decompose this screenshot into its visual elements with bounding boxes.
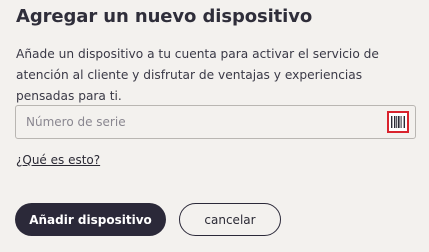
dialog-title: Agregar un nuevo dispositivo: [16, 6, 313, 27]
cancel-button[interactable]: cancelar: [179, 203, 281, 236]
serial-number-field[interactable]: [15, 105, 416, 139]
dialog-description: Añade un dispositivo a tu cuenta para ac…: [16, 47, 379, 103]
barcode-scan-icon: [391, 116, 405, 128]
what-is-this-link[interactable]: ¿Qué es esto?: [16, 153, 100, 167]
barcode-scan-button[interactable]: [387, 111, 409, 133]
add-device-button[interactable]: Añadir dispositivo: [15, 203, 166, 236]
serial-number-input[interactable]: [26, 106, 386, 138]
